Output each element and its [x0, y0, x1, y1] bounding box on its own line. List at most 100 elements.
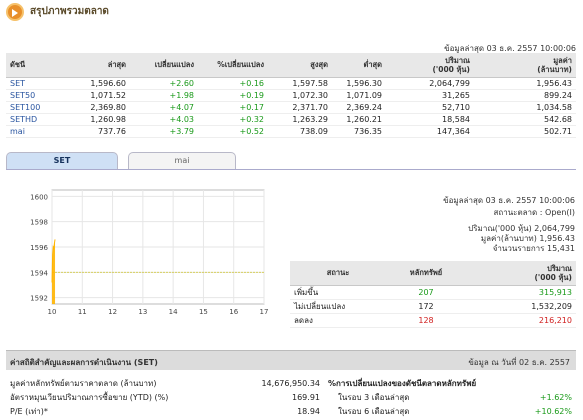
- index-val: 502.71: [474, 125, 576, 138]
- pct-change-title: %การเปลี่ยนแปลงของดัชนีตลาดหลักทรัพย์: [328, 379, 477, 388]
- breadth-vol: 1,532,209: [466, 299, 576, 314]
- col-index: ดัชนี: [6, 53, 64, 78]
- index-val: 542.68: [474, 113, 576, 126]
- index-val: 1,034.58: [474, 101, 576, 114]
- col-breadth-volume: ปริมาณ ('000 หุ้น): [466, 261, 576, 286]
- index-pct: +0.17: [198, 101, 268, 114]
- index-table: ดัชนี ล่าสุด เปลี่ยนแปลง %เปลี่ยนแปลง สู…: [6, 53, 576, 138]
- col-value: มูลค่า (ล้านบาท): [474, 53, 576, 78]
- index-name-link[interactable]: SET50: [6, 89, 64, 102]
- col-change: เปลี่ยนแปลง: [130, 53, 198, 78]
- index-val: 899.24: [474, 89, 576, 102]
- market-status: สถานะตลาด : Open(I): [493, 206, 575, 219]
- breadth-row: ลดลง 128 216,210: [290, 313, 576, 328]
- col-low: ต่ำสุด: [332, 53, 386, 78]
- chart-svg: 10 11 12 13 14 15 16 17 1592 1594 1596 1598 1600: [30, 189, 269, 316]
- breadth-vol: 315,913: [466, 285, 576, 300]
- index-pct: +0.19: [198, 89, 268, 102]
- index-high: 1,072.30: [268, 89, 332, 102]
- x-tick-label: 15: [199, 308, 208, 316]
- index-last: 1,071.52: [64, 89, 130, 102]
- col-pct-change: %เปลี่ยนแปลง: [198, 53, 268, 78]
- tab-set[interactable]: SET: [6, 152, 118, 169]
- breadth-label: ลดลง: [290, 313, 386, 328]
- index-row: mai 737.76 +3.79 +0.52 738.09 736.35 147,364 50…: [6, 125, 576, 138]
- col-status: สถานะ: [290, 261, 386, 286]
- breadth-table: สถานะ หลักทรัพย์ ปริมาณ ('000 หุ้น) เพิ่…: [290, 261, 576, 328]
- status-value: Open(I): [545, 208, 575, 217]
- breadth-vol: 216,210: [466, 313, 576, 328]
- status-label: สถานะตลาด :: [493, 208, 543, 217]
- index-chg: +1.98: [130, 89, 198, 102]
- trades-summary: จำนวนรายการ 15,431: [493, 242, 575, 255]
- index-high: 738.09: [268, 125, 332, 138]
- x-tick-label: 12: [108, 308, 117, 316]
- index-last: 737.76: [64, 125, 130, 138]
- index-chg: +4.03: [130, 113, 198, 126]
- stat-value: 169.91: [292, 393, 320, 402]
- index-row: SET 1,596.60 +2.60 +0.16 1,597.58 1,596.30 2,0…: [6, 77, 576, 90]
- index-low: 1,596.30: [332, 77, 386, 90]
- stat-row-market-cap: มูลค่าหลักทรัพย์ตามราคาตลาด (ล้านบาท) 14…: [10, 378, 320, 390]
- pct-value: +1.62%: [539, 393, 572, 402]
- col-volume: ปริมาณ ('000 หุ้น): [386, 53, 474, 78]
- breadth-row: เพิ่มขึ้น 207 315,913: [290, 285, 576, 300]
- pct-row-3m: ในรอบ 3 เดือนล่าสุด +1.62%: [328, 392, 574, 404]
- breadth-count: 128: [386, 313, 466, 328]
- page-header: สรุปภาพรวมตลาด: [0, 0, 583, 24]
- index-high: 2,371.70: [268, 101, 332, 114]
- x-tick-label: 11: [78, 308, 87, 316]
- stat-label: มูลค่าหลักทรัพย์ตามราคาตลาด (ล้านบาท): [10, 379, 157, 388]
- index-name-link[interactable]: SET100: [6, 101, 64, 114]
- x-tick-label: 13: [138, 308, 147, 316]
- stat-row-pe: P/E (เท่า)* 18.94: [10, 406, 320, 418]
- index-low: 1,260.21: [332, 113, 386, 126]
- x-tick-label: 10: [48, 308, 57, 316]
- stat-row-turnover: อัตราหมุนเวียนปริมาณการซื้อขาย (YTD) (%)…: [10, 392, 320, 404]
- pct-label: ในรอบ 6 เดือนล่าสุด: [338, 407, 410, 416]
- pct-value: +10.62%: [534, 407, 572, 416]
- index-name-link[interactable]: SET: [6, 77, 64, 90]
- y-tick-label: 1596: [30, 244, 48, 252]
- stat-value: 14,676,950.34: [261, 379, 320, 388]
- y-tick-label: 1598: [30, 219, 48, 227]
- index-row: SET50 1,071.52 +1.98 +0.19 1,072.30 1,071.09 3…: [6, 89, 576, 102]
- index-last: 2,369.80: [64, 101, 130, 114]
- stats-section-header: ค่าสถิติสำคัญและผลการดำเนินงาน (SET) ข้อ…: [6, 350, 576, 370]
- index-vol: 2,064,799: [386, 77, 474, 90]
- index-low: 2,369.24: [332, 101, 386, 114]
- page-title: สรุปภาพรวมตลาด: [30, 6, 109, 17]
- tab-mai[interactable]: mai: [128, 152, 236, 169]
- index-last: 1,596.60: [64, 77, 130, 90]
- x-tick-label: 16: [229, 308, 238, 316]
- index-vol: 31,265: [386, 89, 474, 102]
- index-row: SET100 2,369.80 +4.07 +0.17 2,371.70 2,369.24…: [6, 101, 576, 114]
- index-pct: +0.52: [198, 125, 268, 138]
- index-high: 1,263.29: [268, 113, 332, 126]
- index-name-link[interactable]: SETHD: [6, 113, 64, 126]
- stats-date: ข้อมูล ณ วันที่ 02 ธ.ค. 2557: [468, 358, 570, 367]
- breadth-label: ไม่เปลี่ยนแปลง: [290, 299, 386, 314]
- arrow-icon: [6, 3, 24, 21]
- x-tick-label: 17: [260, 308, 269, 316]
- index-name-link[interactable]: mai: [6, 125, 64, 138]
- y-tick-label: 1600: [30, 193, 48, 201]
- col-high: สูงสุด: [268, 53, 332, 78]
- index-vol: 18,584: [386, 113, 474, 126]
- index-pct: +0.16: [198, 77, 268, 90]
- pct-label: ในรอบ 3 เดือนล่าสุด: [338, 393, 410, 402]
- pct-row-6m: ในรอบ 6 เดือนล่าสุด +10.62%: [328, 406, 574, 418]
- y-tick-label: 1594: [30, 269, 48, 277]
- index-chg: +2.60: [130, 77, 198, 90]
- stat-value: 18.94: [297, 407, 320, 416]
- breadth-count: 172: [386, 299, 466, 314]
- breadth-count: 207: [386, 285, 466, 300]
- index-tabs: SET mai: [6, 152, 576, 170]
- y-tick-label: 1592: [30, 295, 48, 303]
- index-last: 1,260.98: [64, 113, 130, 126]
- index-row: SETHD 1,260.98 +4.03 +0.32 1,263.29 1,260.21 1…: [6, 113, 576, 126]
- breadth-header: สถานะ หลักทรัพย์ ปริมาณ ('000 หุ้น): [290, 261, 576, 286]
- trades-value: 15,431: [547, 244, 575, 253]
- intraday-chart: 10 11 12 13 14 15 16 17 1592 1594 1596 1598 1600: [16, 182, 274, 320]
- trades-label: จำนวนรายการ: [492, 244, 545, 253]
